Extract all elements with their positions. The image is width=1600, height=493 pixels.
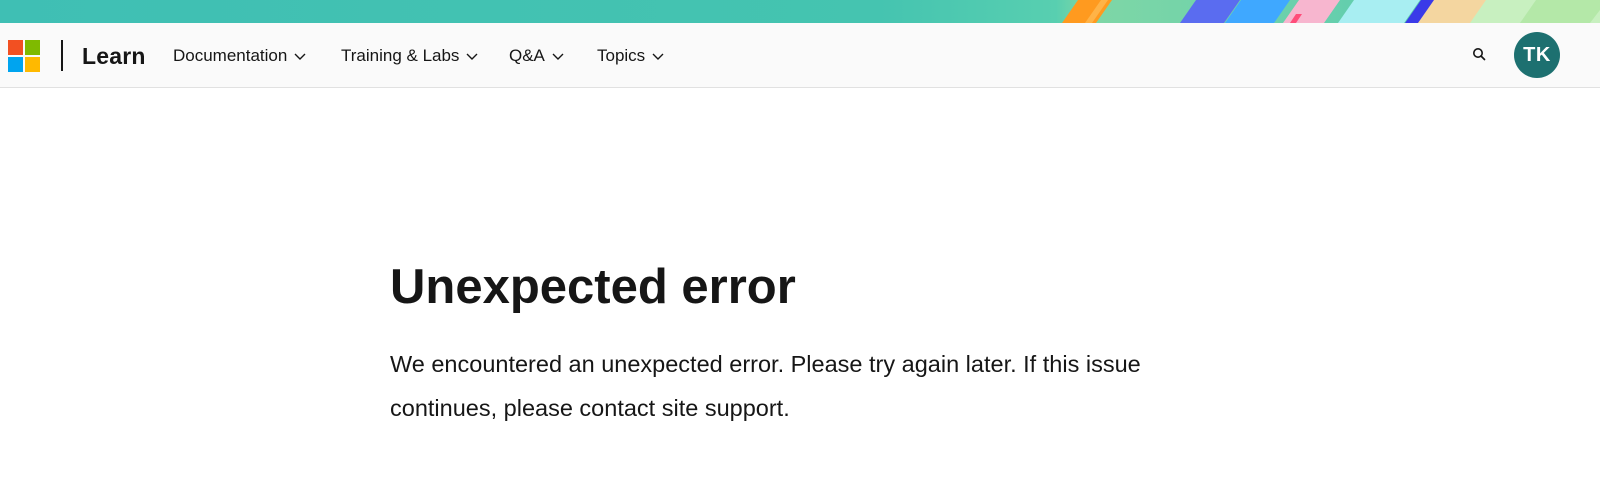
chevron-down-icon <box>552 53 564 60</box>
user-avatar[interactable]: TK <box>1514 32 1560 78</box>
nav-label: Q&A <box>509 46 545 65</box>
nav-documentation[interactable]: Documentation <box>173 45 307 67</box>
nav-label: Topics <box>597 46 646 65</box>
search-icon[interactable] <box>1468 43 1490 65</box>
error-message: We encountered an unexpected error. Plea… <box>390 351 1141 421</box>
logo-divider <box>61 40 63 71</box>
nav-topics[interactable]: Topics <box>597 45 665 67</box>
chevron-down-icon <box>466 53 478 60</box>
microsoft-logo-icon[interactable] <box>8 40 40 72</box>
nav-label: Training & Labs <box>341 46 460 65</box>
nav-qa[interactable]: Q&A <box>509 45 565 67</box>
page-title: Unexpected error <box>390 260 796 314</box>
chevron-down-icon <box>652 53 664 60</box>
brand-learn-link[interactable]: Learn <box>82 42 146 70</box>
nav-label: Documentation <box>173 46 288 65</box>
chevron-down-icon <box>294 53 306 60</box>
nav-training-labs[interactable]: Training & Labs <box>341 45 479 67</box>
banner-decoration <box>1062 0 1600 23</box>
site-header: Learn Documentation Training & Labs Q&A … <box>0 23 1600 88</box>
top-banner <box>0 0 1600 23</box>
